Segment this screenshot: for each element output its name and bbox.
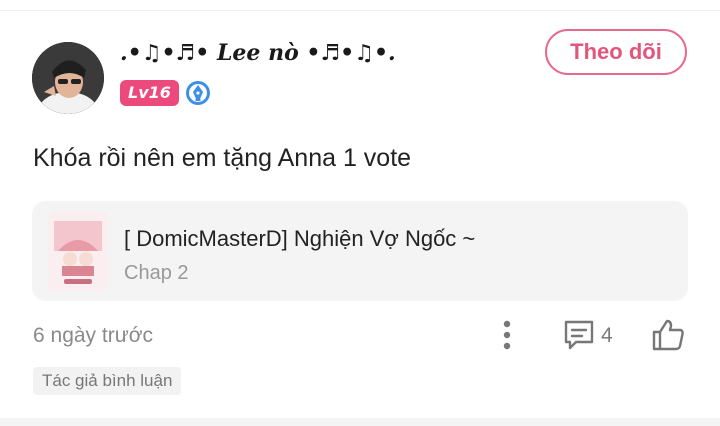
reply-count: 4	[601, 324, 613, 347]
avatar-photo	[32, 42, 104, 114]
story-chapter: Chap 2	[124, 262, 189, 284]
comment-timestamp: 6 ngày trước	[33, 324, 154, 347]
pen-nib-badge-icon	[184, 79, 212, 107]
author-comment-tag: Tác giả bình luận	[33, 367, 182, 395]
thumbs-up-icon[interactable]	[650, 318, 686, 352]
story-title: [ DomicMasterD] Nghiện Vợ Ngốc ~	[124, 226, 476, 251]
user-avatar[interactable]	[32, 42, 104, 114]
story-cover-image	[48, 211, 108, 291]
section-divider	[0, 418, 720, 426]
username[interactable]: .•♫•♬• Lee nò •♬•♫•.	[120, 40, 396, 66]
more-vertical-icon[interactable]	[494, 318, 520, 352]
follow-button[interactable]: Theo dõi	[545, 29, 687, 75]
story-card[interactable]: [ DomicMasterD] Nghiện Vợ Ngốc ~ Chap 2	[32, 201, 688, 301]
comment-bubble-icon[interactable]	[562, 318, 596, 352]
top-divider	[0, 10, 720, 11]
comment-text: Khóa rồi nên em tặng Anna 1 vote	[33, 144, 412, 172]
level-badge: Lv16	[120, 80, 179, 106]
